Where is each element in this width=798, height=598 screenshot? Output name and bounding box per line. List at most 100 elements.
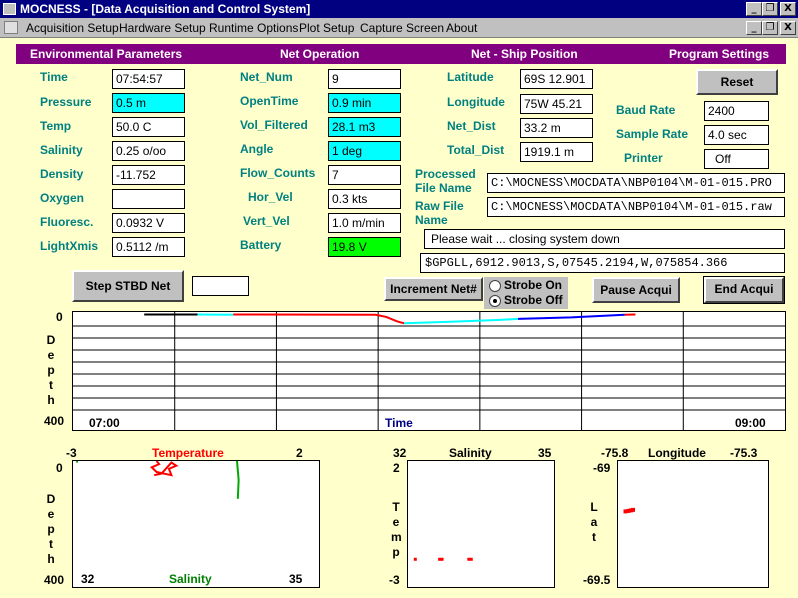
- sal-point-2: [440, 557, 444, 561]
- env-value-lightxmis: 0.5112 /m: [112, 237, 185, 257]
- close-button[interactable]: X: [780, 2, 796, 16]
- ts-ylabel: Depth: [46, 492, 56, 566]
- lon-y-top-tick: -69: [593, 461, 611, 475]
- latitude-label: Latitude: [447, 70, 494, 84]
- ts-top-tick-right: 2: [296, 446, 303, 460]
- printer-label: Printer: [624, 151, 663, 165]
- menu-plot-setup[interactable]: Plot Setup: [299, 21, 354, 35]
- net-value-vert-vel: 1.0 m/min: [328, 213, 401, 233]
- baud-rate-value[interactable]: 2400: [704, 101, 769, 121]
- menu-acquisition-setup[interactable]: Acquisition Setup: [26, 21, 119, 35]
- menu-runtime-options[interactable]: Runtime Options: [209, 21, 298, 35]
- reset-button[interactable]: Reset: [696, 69, 778, 95]
- depth-x-tick-start: 07:00: [89, 416, 120, 430]
- strobe-on-label[interactable]: Strobe On: [504, 278, 562, 292]
- lon-y-bottom-tick: -69.5: [583, 573, 611, 587]
- lon-title: Longitude: [648, 446, 706, 460]
- longitude-latitude-chart: [617, 460, 769, 588]
- env-value-pressure: 0.5 m: [112, 93, 185, 113]
- minimize-button[interactable]: _: [746, 2, 762, 16]
- sal-x-tick-right: 35: [538, 446, 552, 460]
- net-value-opentime: 0.9 min: [328, 93, 401, 113]
- net-dist-value: 33.2 m: [520, 118, 593, 138]
- salinity-temperature-chart: [407, 460, 555, 588]
- document-icon[interactable]: [4, 21, 18, 34]
- depth-series-4: [517, 313, 625, 320]
- ts-series-1: [236, 461, 240, 499]
- net-value-hor-vel: 0.3 kts: [328, 189, 401, 209]
- ts-series-0: [149, 461, 179, 477]
- increment-net-button[interactable]: Increment Net#: [384, 277, 483, 301]
- step-net-input[interactable]: [192, 276, 249, 296]
- longitude-value: 75W 45.21: [520, 94, 593, 114]
- ts-top-tick-left: -3: [66, 446, 77, 460]
- app-icon[interactable]: [3, 3, 16, 15]
- net-label-hor-vel: Hor_Vel: [248, 190, 293, 204]
- menu-hardware-setup[interactable]: Hardware Setup: [119, 21, 206, 35]
- ts-y-top-tick: 0: [56, 461, 63, 475]
- sal-y-top-tick: 2: [393, 461, 400, 475]
- child-restore-button[interactable]: ❐: [762, 21, 778, 35]
- strobe-off-radio[interactable]: [489, 295, 501, 307]
- ts-y-bottom-tick: 400: [44, 573, 65, 587]
- lonlat-point-3: [631, 507, 635, 512]
- status-message: Please wait ... closing system down: [424, 229, 785, 249]
- lon-x-tick-right: -75.3: [730, 446, 758, 460]
- sample-rate-value[interactable]: 4.0 sec: [704, 125, 769, 145]
- env-label-pressure: Pressure: [40, 95, 92, 109]
- ts-title-temperature: Temperature: [152, 446, 224, 460]
- strobe-off-selected-dot: [493, 299, 497, 303]
- net-label-angle: Angle: [240, 142, 274, 156]
- processed-file-label: Processed File Name: [415, 167, 476, 195]
- env-label-fluoresc-: Fluoresc.: [40, 215, 94, 229]
- raw-file-name: C:\MOCNESS\MOCDATA\NBP0104\M-01-015.raw: [487, 197, 785, 217]
- printer-value[interactable]: Off: [704, 149, 769, 169]
- net-label-vol-filtered: Vol_Filtered: [240, 118, 308, 132]
- strobe-off-label[interactable]: Strobe Off: [504, 293, 563, 307]
- gps-string: $GPGLL,6912.9013,S,07545.2194,W,075854.3…: [420, 253, 785, 273]
- pause-acqui-button[interactable]: Pause Acqui: [592, 277, 680, 303]
- env-label-density: Density: [40, 167, 84, 181]
- header-ship-position: Net - Ship Position: [471, 47, 578, 61]
- net-label-net-num: Net_Num: [240, 70, 293, 84]
- header-program-settings: Program Settings: [669, 47, 770, 61]
- strobe-group: Strobe On Strobe Off: [484, 277, 568, 309]
- header-net-operation: Net Operation: [280, 47, 360, 61]
- strobe-on-radio[interactable]: [489, 280, 501, 292]
- title-bar[interactable]: MOCNESS - [Data Acquisition and Control …: [0, 0, 798, 18]
- env-label-lightxmis: LightXmis: [40, 239, 99, 253]
- processed-file-name: C:\MOCNESS\MOCDATA\NBP0104\M-01-015.PRO: [487, 173, 785, 193]
- net-value-vol-filtered: 28.1 m3: [328, 117, 401, 137]
- env-label-oxygen: Oxygen: [40, 191, 85, 205]
- depth-series-3: [404, 317, 519, 325]
- ts-xlabel-salinity: Salinity: [169, 572, 212, 586]
- maximize-button[interactable]: ❐: [762, 2, 778, 16]
- menu-bar: Acquisition Setup Hardware Setup Runtime…: [0, 18, 798, 38]
- section-header-bar: Environmental Parameters Net Operation N…: [16, 44, 786, 64]
- net-label-battery: Battery: [240, 238, 282, 252]
- net-label-flow-counts: Flow_Counts: [240, 166, 316, 180]
- menu-about[interactable]: About: [446, 21, 477, 35]
- window-title: MOCNESS - [Data Acquisition and Control …: [20, 2, 311, 16]
- sal-point-0: [413, 557, 417, 561]
- header-environmental: Environmental Parameters: [30, 47, 183, 61]
- step-stbd-net-button[interactable]: Step STBD Net: [72, 270, 184, 302]
- depth-chart-y-top-tick: 0: [56, 310, 63, 324]
- baud-rate-label: Baud Rate: [616, 103, 676, 117]
- net-value-angle: 1 deg: [328, 141, 401, 161]
- menu-capture-screen[interactable]: Capture Screen: [360, 21, 444, 35]
- sal-x-tick-left: 32: [393, 446, 407, 460]
- end-acqui-button[interactable]: End Acqui: [703, 276, 785, 304]
- sample-rate-label: Sample Rate: [616, 127, 689, 141]
- net-value-net-num: 9: [328, 69, 401, 89]
- ts-bottom-tick-left: 32: [81, 572, 95, 586]
- net-value-flow-counts: 7: [328, 165, 401, 185]
- depth-time-chart: 07:00 09:00 Time: [72, 311, 786, 431]
- child-close-button[interactable]: X: [780, 21, 796, 35]
- temperature-salinity-depth-chart: 32 35 Salinity: [72, 460, 320, 588]
- depth-chart-ylabel: Depth: [46, 333, 56, 407]
- net-dist-label: Net_Dist: [447, 119, 496, 133]
- env-value-fluoresc-: 0.0932 V: [112, 213, 185, 233]
- child-minimize-button[interactable]: _: [746, 21, 762, 35]
- net-label-opentime: OpenTime: [240, 94, 299, 108]
